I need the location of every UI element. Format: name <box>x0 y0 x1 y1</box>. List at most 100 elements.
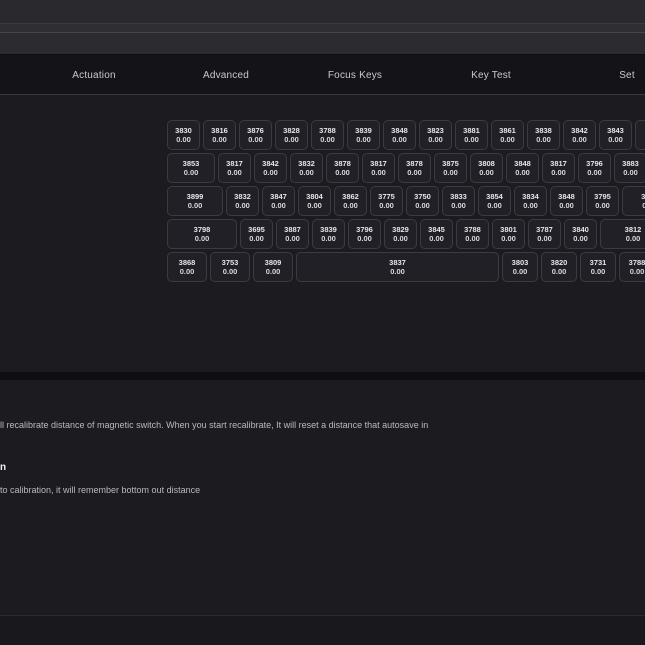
key-cell[interactable]: 3829 0.00 <box>384 219 417 249</box>
key-cell[interactable]: 3830 0.00 <box>167 120 200 150</box>
key-cell[interactable]: 3812 0.00 <box>600 219 645 249</box>
key-cell[interactable]: 3875 0.00 <box>434 153 467 183</box>
key-distance-value: 0.00 <box>428 134 443 144</box>
key-cell[interactable]: 37270.00 <box>635 120 645 150</box>
key-raw-value: 3803 <box>511 258 529 267</box>
key-cell[interactable]: 3731 0.00 <box>580 252 616 282</box>
key-cell[interactable]: 3833 0.00 <box>442 186 475 216</box>
tab-advanced[interactable]: Advanced <box>202 55 250 95</box>
key-cell[interactable]: 3817 0.00 <box>218 153 251 183</box>
key-raw-value: 3861 <box>499 126 516 135</box>
key-distance-value: 0.00 <box>515 167 530 177</box>
key-cell[interactable]: 3796 0.00 <box>578 153 611 183</box>
key-cell[interactable]: 3834 0.00 <box>514 186 547 216</box>
key-cell[interactable]: 3796 0.00 <box>348 219 381 249</box>
key-distance-value: 0.00 <box>299 167 314 177</box>
key-distance-value: 0.00 <box>590 266 606 276</box>
key-cell[interactable]: 3804 0.00 <box>298 186 331 216</box>
key-cell[interactable]: 3808 0.00 <box>470 153 503 183</box>
key-cell[interactable]: 3842 0.00 <box>254 153 287 183</box>
key-distance-value: 0.00 <box>285 233 300 243</box>
key-cell[interactable]: 3787 0.00 <box>528 219 561 249</box>
key-distance-value: 0.00 <box>335 167 350 177</box>
key-cell[interactable]: 3899 0.00 <box>167 186 223 216</box>
key-cell[interactable]: 38850.00 <box>622 186 645 216</box>
key-cell[interactable]: 3839 0.00 <box>347 120 380 150</box>
tab-actuation[interactable]: Actuation <box>69 55 119 95</box>
key-row: 3868 0.00 3753 0.00 3809 0.00 3837 0.00 3803 0.00… <box>167 252 645 282</box>
key-cell[interactable]: 3795 0.00 <box>586 186 619 216</box>
section-divider <box>0 372 645 380</box>
key-cell[interactable]: 3817 0.00 <box>542 153 575 183</box>
key-cell[interactable]: 3788 0.00 <box>619 252 645 282</box>
key-cell[interactable]: 3753 0.00 <box>210 252 250 282</box>
key-raw-value: 3788 <box>319 126 336 135</box>
key-raw-value: 3795 <box>594 192 611 201</box>
key-cell[interactable]: 3862 0.00 <box>334 186 367 216</box>
key-cell[interactable]: 3847 0.00 <box>262 186 295 216</box>
key-cell[interactable]: 3817 0.00 <box>362 153 395 183</box>
key-distance-value: 0.00 <box>415 200 430 210</box>
key-cell[interactable]: 3788 0.00 <box>456 219 489 249</box>
tab-key-test[interactable]: Key Test <box>468 55 514 95</box>
key-raw-value: 3787 <box>536 225 553 234</box>
key-distance-value: 0.00 <box>227 167 242 177</box>
tab-set[interactable]: Set <box>612 55 642 95</box>
key-cell[interactable]: 3868 0.00 <box>167 252 207 282</box>
key-cell[interactable]: 3823 0.00 <box>419 120 452 150</box>
key-raw-value: 3878 <box>406 159 423 168</box>
key-raw-value: 3853 <box>182 159 200 168</box>
key-cell[interactable]: 3832 0.00 <box>226 186 259 216</box>
key-cell[interactable]: 3843 0.00 <box>599 120 632 150</box>
key-distance-value: 0.00 <box>551 266 567 276</box>
key-cell[interactable]: 3828 0.00 <box>275 120 308 150</box>
key-distance-value: 0.00 <box>551 167 566 177</box>
key-cell[interactable]: 3838 0.00 <box>527 120 560 150</box>
key-cell[interactable]: 3832 0.00 <box>290 153 323 183</box>
key-cell[interactable]: 3883 0.00 <box>614 153 645 183</box>
key-cell[interactable]: 3854 0.00 <box>478 186 511 216</box>
key-cell[interactable]: 3842 0.00 <box>563 120 596 150</box>
key-cell[interactable]: 3887 0.00 <box>276 219 309 249</box>
key-raw-value: 3842 <box>571 126 588 135</box>
key-cell[interactable]: 3809 0.00 <box>253 252 293 282</box>
key-cell[interactable]: 3775 0.00 <box>370 186 403 216</box>
key-cell[interactable]: 3788 0.00 <box>311 120 344 150</box>
key-raw-value: 3809 <box>264 258 282 267</box>
key-cell[interactable]: 3853 0.00 <box>167 153 215 183</box>
key-distance-value: 0.00 <box>536 134 551 144</box>
key-cell[interactable]: 3878 0.00 <box>398 153 431 183</box>
key-cell[interactable]: 3848 0.00 <box>383 120 416 150</box>
key-distance-value: 0.00 <box>390 266 405 276</box>
key-cell[interactable]: 3876 0.00 <box>239 120 272 150</box>
key-cell[interactable]: 3820 0.00 <box>541 252 577 282</box>
tab-focus-keys[interactable]: Focus Keys <box>328 55 383 95</box>
key-cell[interactable]: 3848 0.00 <box>506 153 539 183</box>
key-cell[interactable]: 3750 0.00 <box>406 186 439 216</box>
key-cell[interactable]: 3861 0.00 <box>491 120 524 150</box>
window-subchrome-bar <box>0 33 645 55</box>
key-cell[interactable]: 3840 0.00 <box>564 219 597 249</box>
key-cell[interactable]: 3803 0.00 <box>502 252 538 282</box>
key-cell[interactable]: 3848 0.00 <box>550 186 583 216</box>
key-raw-value: 3796 <box>356 225 373 234</box>
key-distance-value: 0.00 <box>265 266 281 276</box>
key-distance-value: 0.00 <box>451 200 466 210</box>
key-cell[interactable]: 3878 0.00 <box>326 153 359 183</box>
key-raw-value: 3817 <box>370 159 387 168</box>
footer-band <box>0 615 645 645</box>
key-row: 3798 0.00 3695 0.00 3887 0.00 3839 0.00 3796 0.00… <box>167 219 645 249</box>
key-cell[interactable]: 3695 0.00 <box>240 219 273 249</box>
tab-bar: Actuation Advanced Focus Keys Key Test Set <box>0 55 645 95</box>
keyboard-key-grid: 3830 0.00 3816 0.00 3876 0.00 3828 0.00 3788 0.00… <box>0 96 645 372</box>
key-cell[interactable]: 3839 0.00 <box>312 219 345 249</box>
key-cell[interactable]: 3881 0.00 <box>455 120 488 150</box>
key-raw-value: 3839 <box>355 126 372 135</box>
key-cell[interactable]: 3798 0.00 <box>167 219 237 249</box>
key-raw-value: 3833 <box>450 192 467 201</box>
key-cell[interactable]: 3837 0.00 <box>296 252 499 282</box>
key-cell[interactable]: 3801 0.00 <box>492 219 525 249</box>
key-cell[interactable]: 3845 0.00 <box>420 219 453 249</box>
key-distance-value: 0.00 <box>479 167 494 177</box>
key-cell[interactable]: 3816 0.00 <box>203 120 236 150</box>
